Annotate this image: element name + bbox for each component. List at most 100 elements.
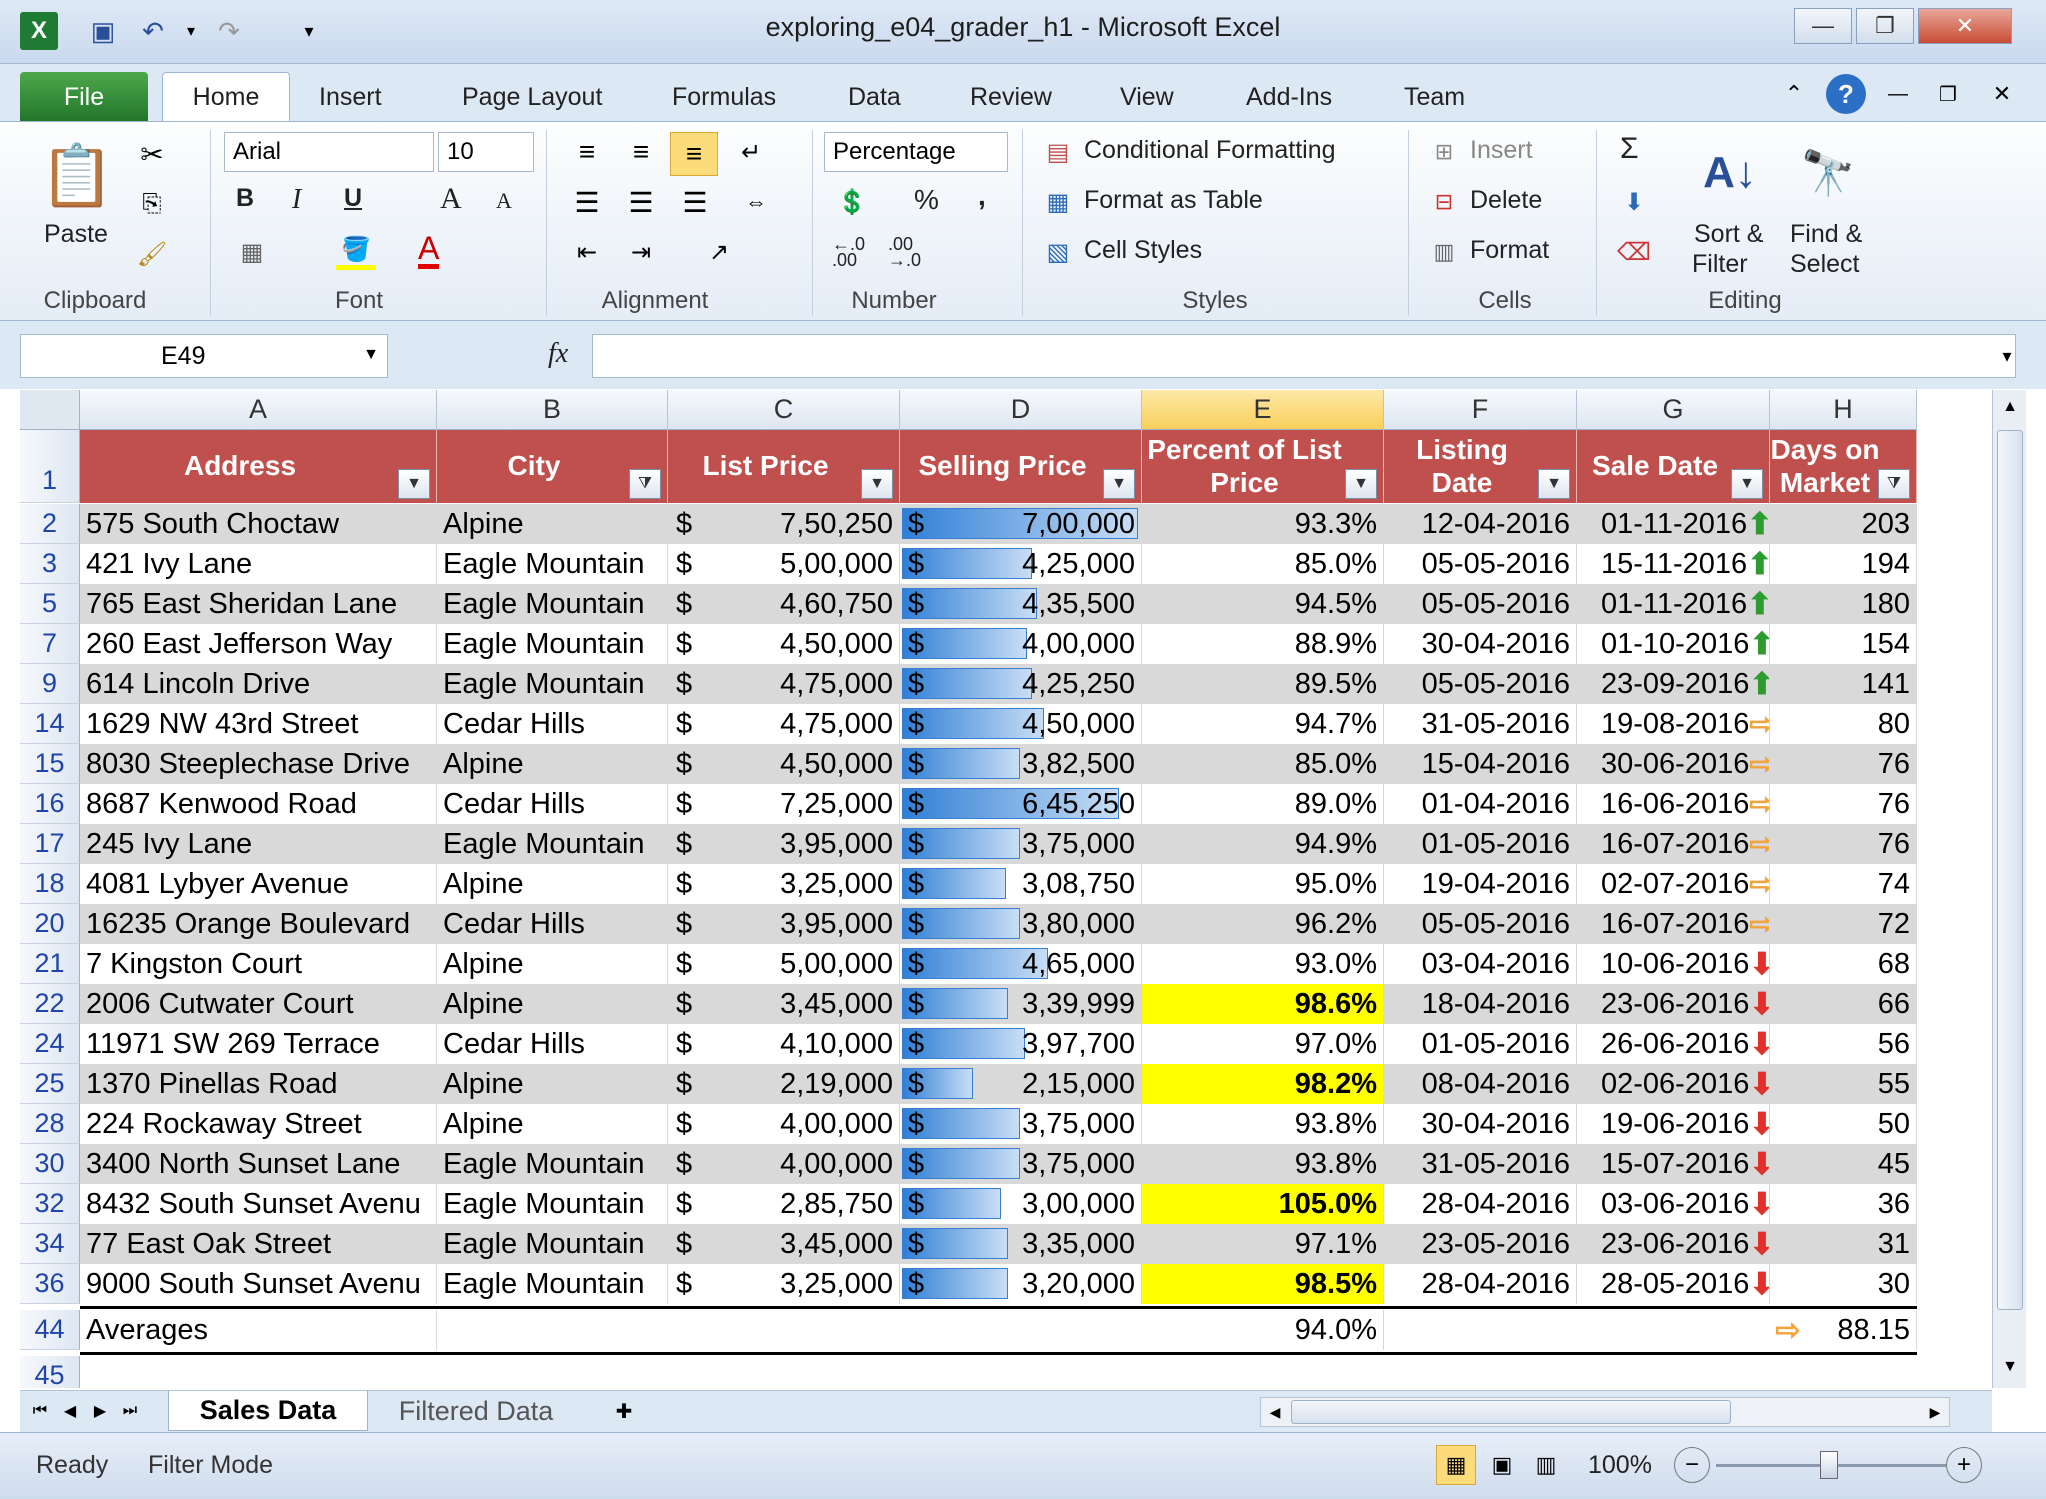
fill-color-icon[interactable]: 🪣	[336, 234, 376, 270]
cell-address[interactable]: 4081 Lybyer Avenue	[80, 864, 437, 904]
close-icon[interactable]: ✕	[1918, 8, 2012, 44]
cell-list[interactable]: 3,45,000 $	[668, 1224, 900, 1264]
cell-address[interactable]: 260 East Jefferson Way	[80, 624, 437, 664]
row-header[interactable]: 36	[20, 1264, 80, 1304]
row-header[interactable]: 25	[20, 1064, 80, 1104]
cell-ld[interactable]: 15-04-2016	[1384, 744, 1577, 784]
cell-sell[interactable]: $3,35,000	[900, 1224, 1142, 1264]
tab-home[interactable]: Home	[162, 72, 290, 122]
cell-list[interactable]: 4,00,000 $	[668, 1104, 900, 1144]
cell-days[interactable]: 194	[1770, 544, 1917, 584]
cell-ld[interactable]: 30-04-2016	[1384, 1104, 1577, 1144]
table-row[interactable]: 2006 Cutwater Court Alpine 3,45,000 $ $3,39,…	[80, 984, 1917, 1024]
cell-list[interactable]: 4,75,000 $	[668, 664, 900, 704]
cell-city[interactable]: Eagle Mountain	[437, 584, 668, 624]
table-row[interactable]: 245 Ivy Lane Eagle Mountain 3,95,000 $ $3,75…	[80, 824, 1917, 864]
cell-ld[interactable]: 01-05-2016	[1384, 824, 1577, 864]
cell-sale-date[interactable]: 03-06-2016⬇	[1577, 1184, 1770, 1224]
table-row[interactable]: 1629 NW 43rd Street Cedar Hills 4,75,000 $ $…	[80, 704, 1917, 744]
cell-sale-date[interactable]: 02-06-2016⬇	[1577, 1064, 1770, 1104]
column-header[interactable]: B	[437, 390, 668, 430]
cell-styles-button[interactable]: Cell Styles	[1084, 236, 1202, 265]
cell-pct[interactable]: 93.3%	[1142, 504, 1384, 544]
cell-address[interactable]: 8687 Kenwood Road	[80, 784, 437, 824]
zoom-out-icon[interactable]: −	[1674, 1447, 1710, 1483]
cell-address[interactable]: 8030 Steeplechase Drive	[80, 744, 437, 784]
cell-ld[interactable]: 23-05-2016	[1384, 1224, 1577, 1264]
table-row[interactable]: 77 East Oak Street Eagle Mountain 3,45,000…	[80, 1224, 1917, 1264]
italic-button[interactable]: I	[292, 184, 301, 216]
bold-button[interactable]: B	[236, 184, 254, 213]
cell-address[interactable]: 421 Ivy Lane	[80, 544, 437, 584]
cell-ld[interactable]: 03-04-2016	[1384, 944, 1577, 984]
cell-ld[interactable]: 12-04-2016	[1384, 504, 1577, 544]
sort-filter-label-2[interactable]: Filter	[1692, 250, 1748, 279]
normal-view-icon[interactable]: ▦	[1436, 1445, 1476, 1485]
column-header[interactable]: D	[900, 390, 1142, 430]
cell-pct[interactable]: 98.6%	[1142, 984, 1384, 1024]
hscroll-thumb[interactable]	[1291, 1400, 1731, 1424]
format-cells-icon[interactable]: ▥	[1426, 234, 1462, 270]
cell-sell[interactable]: $4,25,000	[900, 544, 1142, 584]
column-header[interactable]: G	[1577, 390, 1770, 430]
cell-sell[interactable]: $3,75,000	[900, 824, 1142, 864]
cell-list[interactable]: 5,00,000 $	[668, 544, 900, 584]
scroll-up-icon[interactable]: ▲	[1993, 390, 2027, 424]
row-header[interactable]: 45	[20, 1356, 80, 1388]
cell-pct[interactable]: 98.5%	[1142, 1264, 1384, 1304]
table-row[interactable]: 9000 South Sunset Avenu Eagle Mountain 3,2…	[80, 1264, 1917, 1304]
table-row[interactable]: 575 South Choctaw Alpine 7,50,250 $ $7,00,00…	[80, 504, 1917, 544]
cell-days[interactable]: 154	[1770, 624, 1917, 664]
table-row[interactable]: 16235 Orange Boulevard Cedar Hills 3,95,00…	[80, 904, 1917, 944]
cell-city[interactable]: Eagle Mountain	[437, 1184, 668, 1224]
cell-address[interactable]: 77 East Oak Street	[80, 1224, 437, 1264]
tab-page-layout[interactable]: Page Layout	[448, 72, 616, 122]
cell-sale-date[interactable]: 30-06-2016⇨	[1577, 744, 1770, 784]
restore-icon[interactable]: ❐	[1856, 8, 1914, 44]
cell-pct[interactable]: 93.8%	[1142, 1104, 1384, 1144]
cell-days[interactable]: 56	[1770, 1024, 1917, 1064]
tab-team[interactable]: Team	[1390, 72, 1479, 122]
cell-days[interactable]: 68	[1770, 944, 1917, 984]
cell-address[interactable]: 1370 Pinellas Road	[80, 1064, 437, 1104]
tab-data[interactable]: Data	[834, 72, 915, 122]
cell-days[interactable]: 203	[1770, 504, 1917, 544]
sheet-tab-filtered-data[interactable]: Filtered Data	[376, 1391, 576, 1431]
cell-list[interactable]: 3,25,000 $	[668, 864, 900, 904]
ribbon-collapse-icon[interactable]: ⌃	[1776, 76, 1812, 112]
merge-center-icon[interactable]: ⇔	[732, 184, 780, 220]
font-name-select[interactable]: Arial	[224, 132, 434, 172]
row-header[interactable]: 34	[20, 1224, 80, 1264]
cell-address[interactable]: 16235 Orange Boulevard	[80, 904, 437, 944]
cell-sale-date[interactable]: 28-05-2016⬇	[1577, 1264, 1770, 1304]
cell-sell[interactable]: $4,35,500	[900, 584, 1142, 624]
delete-cells-icon[interactable]: ⊟	[1426, 184, 1462, 220]
row-header[interactable]: 3	[20, 544, 80, 584]
format-as-table-button[interactable]: Format as Table	[1084, 186, 1263, 215]
table-row[interactable]: 224 Rockaway Street Alpine 4,00,000 $ $3,75,…	[80, 1104, 1917, 1144]
cell-list[interactable]: 2,19,000 $	[668, 1064, 900, 1104]
increase-decimal-button[interactable]: ←.0 .00	[832, 235, 884, 269]
cell-sell[interactable]: $3,80,000	[900, 904, 1142, 944]
cell-sale-date[interactable]: 16-07-2016⇨	[1577, 824, 1770, 864]
cell-sell[interactable]: $4,00,000	[900, 624, 1142, 664]
filter-dropdown-icon[interactable]: ⧩	[629, 469, 661, 499]
cell-address[interactable]: 765 East Sheridan Lane	[80, 584, 437, 624]
cell-list[interactable]: 3,95,000 $	[668, 824, 900, 864]
cell-ld[interactable]: 18-04-2016	[1384, 984, 1577, 1024]
cell-sale-date[interactable]: 01-10-2016⬆	[1577, 624, 1770, 664]
clear-icon[interactable]: ⌫	[1616, 234, 1652, 270]
column-header[interactable]: A	[80, 390, 437, 430]
sheet-tab-sales-data[interactable]: Sales Data	[168, 1391, 368, 1431]
accounting-format-icon[interactable]: 💲	[830, 184, 874, 220]
table-row[interactable]: 1370 Pinellas Road Alpine 2,19,000 $ $2,15,0…	[80, 1064, 1917, 1104]
cell-pct[interactable]: 98.2%	[1142, 1064, 1384, 1104]
conditional-formatting-button[interactable]: Conditional Formatting	[1084, 136, 1336, 165]
doc-restore-icon[interactable]: ❐	[1930, 76, 1966, 112]
cell-list[interactable]: 4,50,000 $	[668, 744, 900, 784]
column-header[interactable]: E	[1142, 390, 1384, 430]
scroll-thumb[interactable]	[1997, 430, 2023, 1310]
table-row[interactable]: 614 Lincoln Drive Eagle Mountain 4,75,000 $…	[80, 664, 1917, 704]
cell-ld[interactable]: 28-04-2016	[1384, 1264, 1577, 1304]
row-header[interactable]: 30	[20, 1144, 80, 1184]
